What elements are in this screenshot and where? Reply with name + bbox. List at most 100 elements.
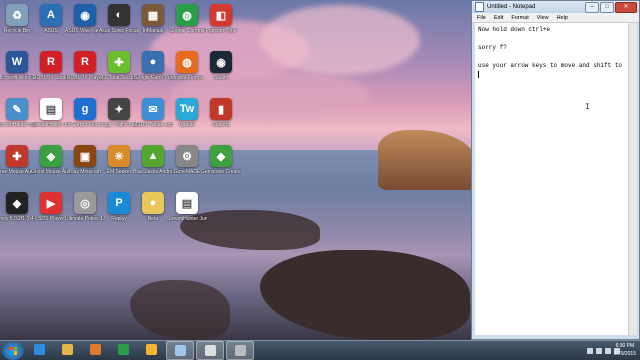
garrys-mod-icon: g: [74, 98, 96, 120]
desktop-shortcut[interactable]: ▮ Reports: [204, 98, 238, 128]
tray-arrow-icon[interactable]: [587, 347, 593, 354]
screenhunter-icon: [204, 345, 216, 356]
menu-view[interactable]: View: [537, 15, 549, 21]
desktop-shortcut[interactable]: ● Google Earth Pro: [134, 51, 172, 81]
clock-date: 6/29/2015: [613, 351, 636, 357]
beta-icon: ●: [142, 192, 164, 214]
google-earth-icon: ●: [142, 51, 164, 73]
sonic-focus-icon: ◐: [108, 4, 130, 26]
desktop-shortcut[interactable]: ▦ InManual: [136, 4, 170, 34]
desktop-shortcut[interactable]: ✎ScreenHunter 6.0 Free: [0, 98, 37, 128]
taskbar-app-button[interactable]: [82, 341, 108, 358]
gemstone-icon: ◆: [210, 145, 232, 167]
desktop-shortcut-label: Reports: [212, 122, 230, 128]
steam-icon: ◉: [210, 51, 232, 73]
window-title: Untitled - Notepad: [487, 4, 536, 10]
volume-icon[interactable]: [605, 347, 611, 354]
taskbar-app-button[interactable]: [166, 341, 194, 360]
sunglasses-app-icon: [145, 344, 157, 355]
desktop-shortcut[interactable]: g Garry's Mod: [68, 98, 102, 128]
unity-icon: ◆: [6, 192, 28, 214]
file-explorer-icon: [61, 344, 73, 355]
desktop-shortcut[interactable]: ♻ Recycle Bin: [0, 4, 34, 34]
taskbar-app-button[interactable]: [138, 341, 164, 358]
desktop-shortcut[interactable]: R ROBLOX Player: [67, 51, 103, 81]
traffic-bot-icon: ✦: [108, 98, 130, 120]
desktop-shortcut[interactable]: ▤StreamHunter Jun 30 18:12: [31, 98, 71, 128]
text-line: [478, 34, 626, 43]
desktop-shortcut[interactable]: ◈Ghost Mouse Auto Clicker: [31, 145, 71, 175]
desktop-shortcut[interactable]: ✦Magic Traffic Bot Trial: [99, 98, 139, 128]
screenhunter-file-icon: ▤: [40, 98, 62, 120]
wallpaper-cliff: [378, 130, 478, 190]
wallpaper-cloud: [260, 5, 420, 75]
taskbar-app-button[interactable]: [196, 341, 224, 360]
ghost-mouse-icon: ◈: [40, 145, 62, 167]
asus-vibe-icon: ◉: [74, 4, 96, 26]
desktop-shortcut[interactable]: Tw Update: [170, 98, 204, 128]
close-button[interactable]: ✕: [615, 2, 637, 13]
desktop-shortcut[interactable]: ▲ BlueStacks Android: [133, 145, 173, 175]
desktop-shortcut[interactable]: ✚ 360 Total Security: [99, 51, 139, 81]
windows-logo-icon: [9, 346, 17, 355]
text-editor[interactable]: Now hold down ctrl+e sorry f? use your a…: [475, 23, 629, 335]
minimize-button[interactable]: –: [585, 2, 599, 13]
desktop-shortcut[interactable]: ⚙ GoneMADE: [170, 145, 204, 175]
desktop-shortcut[interactable]: ◎ Ultimate Pokes 1.5: [65, 192, 105, 222]
desktop-shortcut[interactable]: R ROBLOX Studio: [33, 51, 69, 81]
clock[interactable]: 6:30 PM 6/29/2015: [614, 342, 636, 358]
desktop-shortcut[interactable]: ◆Unity 5.0.2f1 (64-bit): [0, 192, 37, 222]
taskbar-app-button[interactable]: [110, 341, 136, 358]
notepad-window[interactable]: Untitled - Notepad – □ ✕ File Edit Forma…: [471, 0, 640, 340]
text-line: sorry f?: [478, 44, 507, 51]
desktop-shortcut[interactable]: ◉ASUS Vibe Fun Center: [65, 4, 105, 34]
menu-edit[interactable]: Edit: [494, 15, 503, 21]
em-seeker-icon: ✳: [108, 145, 130, 167]
firefox-icon: ◍: [176, 51, 198, 73]
video-player-icon: ▶: [40, 192, 62, 214]
taskbar-app-button[interactable]: [54, 341, 80, 358]
menu-file[interactable]: File: [477, 15, 486, 21]
desktop-shortcut[interactable]: ◍ Google Chrome: [169, 4, 205, 34]
total-security-icon: ✚: [108, 51, 130, 73]
twitch-update-icon: Tw: [176, 98, 198, 120]
desktop-shortcut-label: Gemstone Creator: [201, 169, 241, 175]
text-line: [478, 52, 626, 61]
popcorn-time-icon: ◧: [210, 4, 232, 26]
desktop-shortcut[interactable]: ▶ SOS Player: [34, 192, 68, 222]
pokes-icon: ◎: [74, 192, 96, 214]
chrome-icon: ◍: [176, 4, 198, 26]
desktop-shortcut[interactable]: ✉MSDS Twitter Accounts Exe: [133, 98, 173, 128]
desktop-shortcut-label: Steam: [213, 75, 229, 81]
pinned-apps: [24, 341, 254, 360]
desktop-shortcut[interactable]: ● Beta: [136, 192, 170, 222]
taskbar: 6:30 PM 6/29/2015: [0, 340, 640, 360]
desktop-shortcut[interactable]: WMicrosoft Word Starter: [0, 51, 37, 81]
menu-format[interactable]: Format: [511, 15, 528, 21]
desktop-shortcut[interactable]: ▣ Play Minecraft: [68, 145, 102, 175]
minecraft-icon: ▣: [74, 145, 96, 167]
desktop-shortcut[interactable]: ◐ Asus Sonic Focus: [99, 4, 139, 34]
start-button[interactable]: [2, 341, 24, 360]
notepad-titlebar[interactable]: Untitled - Notepad – □ ✕: [472, 1, 639, 13]
desktop-shortcut[interactable]: ◧ Popcorn Time: [204, 4, 238, 34]
desktop-shortcut[interactable]: P Replay: [102, 192, 136, 222]
desktop-shortcut[interactable]: ✚Free Mouse Auto Clicker: [0, 145, 37, 175]
desktop-shortcut[interactable]: ◍ Mozilla Firefox: [170, 51, 204, 81]
desktop-shortcut[interactable]: ▤ StreamHunter Jun 30 18:15: [167, 192, 207, 222]
desktop-shortcut[interactable]: ◉ Steam: [204, 51, 238, 81]
screenhunter-icon: ✎: [6, 98, 28, 120]
desktop-shortcut[interactable]: ✳ EM Seeker: [102, 145, 136, 175]
vertical-scrollbar[interactable]: [628, 23, 637, 335]
menu-help[interactable]: Help: [557, 15, 568, 21]
word-icon: W: [6, 51, 28, 73]
taskbar-app-button[interactable]: [26, 341, 52, 358]
manual-icon: ▦: [142, 4, 164, 26]
desktop-shortcut[interactable]: ◆ Gemstone Creator: [201, 145, 241, 175]
network-icon[interactable]: [596, 347, 602, 354]
maximize-button[interactable]: □: [600, 2, 614, 13]
bluestacks-icon: ▲: [142, 145, 164, 167]
taskbar-app-button[interactable]: [226, 341, 254, 360]
unity-icon: [234, 345, 246, 356]
desktop-shortcut[interactable]: A ASUS: [34, 4, 68, 34]
